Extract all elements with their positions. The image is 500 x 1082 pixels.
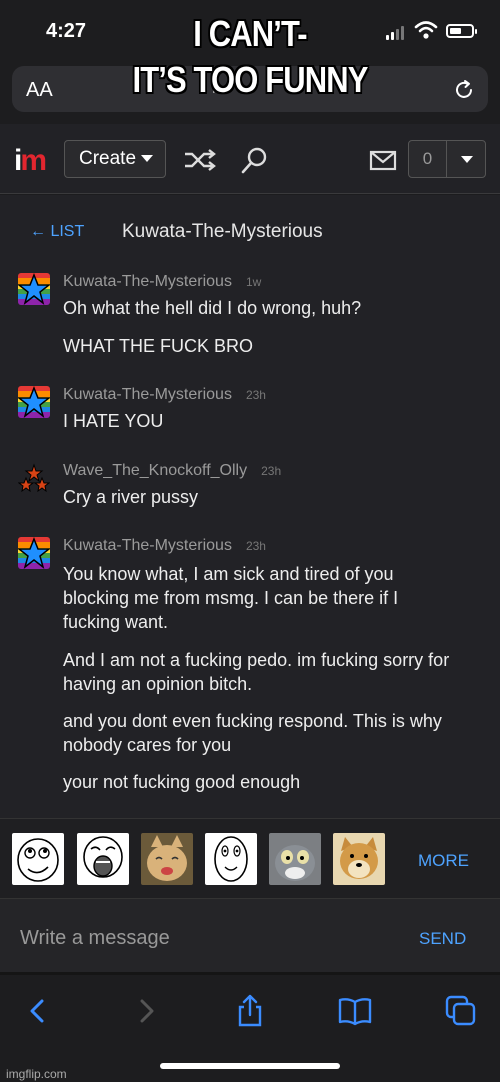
avatar[interactable] <box>18 386 50 418</box>
browser-toolbar: imgflip.com <box>0 975 500 1082</box>
meme-caption-line-2: IT’S TOO FUNNY <box>132 59 368 100</box>
rage-face-icon[interactable] <box>205 833 257 885</box>
rainbow-star-avatar-icon <box>18 273 50 305</box>
watermark: imgflip.com <box>6 1067 67 1081</box>
site-header: im Create 0 <box>0 124 500 194</box>
happy-cat-icon[interactable] <box>141 833 193 885</box>
message-text: Cry a river pussy <box>63 487 199 507</box>
chevron-down-icon <box>461 156 473 163</box>
bookmarks-icon[interactable] <box>337 993 373 1029</box>
avatar[interactable] <box>18 462 50 494</box>
more-emoji-button[interactable]: MORE <box>418 851 469 871</box>
notifications-dropdown[interactable]: 0 <box>408 140 486 178</box>
conversation-title: Kuwata-The-Mysterious <box>122 221 323 242</box>
message-text: And I am not a fucking pedo. im fucking … <box>63 650 450 694</box>
lol-face-icon[interactable] <box>77 833 129 885</box>
create-dropdown[interactable]: Create <box>64 140 166 178</box>
message-time: 23h <box>261 464 282 478</box>
forward-icon[interactable] <box>128 993 164 1029</box>
search-icon[interactable] <box>238 146 272 174</box>
avatar[interactable] <box>18 273 50 305</box>
message-meta: Kuwata-The-Mysterious 23h <box>63 537 266 555</box>
message-text: I HATE YOU <box>63 411 164 431</box>
notification-count: 0 <box>409 141 447 177</box>
message-author[interactable]: Kuwata-The-Mysterious <box>63 386 232 403</box>
message-time: 23h <box>245 388 266 402</box>
message-input[interactable]: Write a message <box>20 927 170 950</box>
message-meta: Kuwata-The-Mysterious 1w <box>63 273 261 291</box>
message-text: WHAT THE FUCK BRO <box>63 336 254 356</box>
mail-icon[interactable] <box>367 146 401 174</box>
meme-caption-line-1: I CAN’T- <box>193 13 307 54</box>
back-icon[interactable] <box>20 993 56 1029</box>
avatar[interactable] <box>18 537 50 569</box>
create-label: Create <box>79 148 137 169</box>
message-meta: Wave_The_Knockoff_Olly 23h <box>63 462 281 480</box>
compose-bar: Write a message SEND <box>0 898 500 974</box>
derp-face-icon[interactable] <box>12 833 64 885</box>
message-time: 1w <box>245 275 262 289</box>
message-text: and you dont even fucking respond. This … <box>63 711 442 755</box>
rainbow-star-avatar-icon <box>18 537 50 569</box>
emoji-bar: MORE <box>0 818 500 898</box>
site-logo[interactable]: im <box>14 144 47 178</box>
rainbow-star-avatar-icon <box>18 386 50 418</box>
home-indicator[interactable] <box>160 1063 340 1069</box>
share-icon[interactable] <box>232 993 268 1029</box>
tom-cat-icon[interactable] <box>269 833 321 885</box>
back-to-list-link[interactable]: ← LIST <box>30 223 84 241</box>
message-text: You know what, I am sick and tired of yo… <box>63 564 399 632</box>
message-author[interactable]: Kuwata-The-Mysterious <box>63 273 232 290</box>
send-button[interactable]: SEND <box>419 929 466 949</box>
doge-icon[interactable] <box>333 833 385 885</box>
tabs-icon[interactable] <box>443 993 479 1029</box>
message-author[interactable]: Wave_The_Knockoff_Olly <box>63 462 247 479</box>
message-time: 23h <box>245 539 266 553</box>
message-text: Oh what the hell did I do wrong, huh? <box>63 298 362 318</box>
message-author[interactable]: Kuwata-The-Mysterious <box>63 537 232 554</box>
conversation-panel: ← LIST Kuwata-The-Mysterious Kuwata-The-… <box>0 195 500 818</box>
stars-avatar-icon <box>18 462 50 494</box>
shuffle-icon[interactable] <box>183 146 217 174</box>
message-text: your not fucking good enough <box>63 772 301 792</box>
message-meta: Kuwata-The-Mysterious 23h <box>63 386 266 404</box>
chevron-down-icon <box>141 155 154 163</box>
